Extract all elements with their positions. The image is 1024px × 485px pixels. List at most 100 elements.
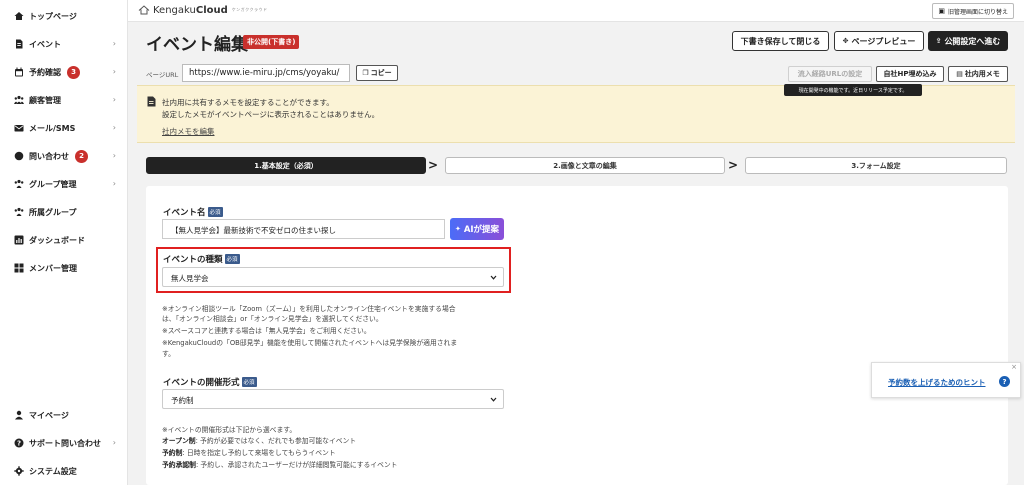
page-preview-button[interactable]: ✥ ページプレビュー — [834, 31, 924, 51]
switch-icon: ▣ — [938, 7, 945, 15]
event-name-label-text: イベント名 — [163, 208, 206, 218]
sidebar-item-label: メール/SMS — [29, 123, 76, 133]
inflow-url-settings-button[interactable]: 流入経路URLの設定 — [788, 66, 872, 82]
sidebar-item-label: サポート問い合わせ — [29, 438, 101, 448]
sidebar-item-group-manage[interactable]: グループ管理 › — [0, 173, 128, 195]
sidebar-item-label: 問い合わせ — [29, 151, 69, 161]
option-name: オープン制 — [162, 437, 196, 445]
save-draft-close-button[interactable]: 下書き保存して閉じる — [732, 31, 829, 51]
chevron-right-icon: › — [112, 179, 116, 188]
ai-suggest-label: AIが提案 — [463, 225, 500, 235]
close-icon[interactable]: × — [1011, 363, 1017, 371]
sidebar-item-settings[interactable]: システム設定 — [0, 460, 128, 482]
required-tag: 必須 — [207, 207, 223, 217]
count-badge: 3 — [67, 65, 80, 79]
old-admin-switch-button[interactable]: ▣ 旧管理画面に切り替え — [932, 3, 1014, 19]
event-format-selected: 予約制 — [171, 396, 194, 405]
option-desc: : 予約し、承認されたユーザーだけが詳細閲覧可能にするイベント — [195, 461, 398, 469]
event-type-note-3: ※スペースコアと連携する場合は「無人見学会」をご利用ください。 — [162, 327, 371, 335]
copy-url-button[interactable]: ❐ コピー — [356, 65, 398, 81]
event-type-select[interactable]: 無人見学会 — [162, 267, 504, 287]
chevron-right-icon: › — [112, 438, 116, 447]
document-icon — [14, 39, 24, 49]
sidebar-item-belong-group[interactable]: 所属グループ — [0, 201, 128, 223]
save-draft-close-label: 下書き保存して閉じる — [740, 36, 821, 46]
sidebar-item-event[interactable]: イベント › — [0, 33, 128, 55]
sidebar-item-label: イベント — [29, 39, 61, 49]
org-icon — [14, 207, 24, 217]
page-preview-label: ページプレビュー — [851, 36, 916, 46]
sidebar-item-reservation[interactable]: 予約確認 3 › — [0, 61, 128, 83]
top-bar: KengakuCloud ケンガククラウド ▣ 旧管理画面に切り替え — [128, 0, 1024, 22]
required-tag: 必須 — [224, 254, 240, 264]
sidebar: トップページ イベント › 予約確認 3 › 顧客管理 › メール/SMS › … — [0, 0, 128, 485]
sidebar-item-inquiry[interactable]: 問い合わせ 2 › — [0, 145, 128, 167]
edit-memo-link[interactable]: 社内メモを編集 — [162, 126, 215, 137]
sidebar-item-label: グループ管理 — [29, 179, 77, 189]
page-url-input[interactable]: https://www.ie-miru.jp/cms/yoyaku/ — [182, 64, 350, 82]
sidebar-item-label: メンバー管理 — [29, 263, 77, 273]
step-basic-settings[interactable]: 1.基本設定（必須） — [146, 157, 426, 174]
memo-description-2: 設定したメモがイベントページに表示されることはありません。 — [162, 110, 380, 119]
step-image-text[interactable]: 2.画像と文章の編集 — [445, 157, 725, 174]
help-icon: ? — [14, 438, 24, 448]
logo-prefix: Kengaku — [153, 4, 196, 16]
event-type-note-5: す。 — [162, 350, 175, 358]
logo: KengakuCloud ケンガククラウド — [138, 4, 268, 16]
sidebar-item-dashboard[interactable]: ダッシュボード — [0, 229, 128, 251]
group-icon — [14, 179, 24, 189]
event-format-label-text: イベントの開催形式 — [163, 378, 240, 388]
event-format-note-intro: ※イベントの開催形式は下記から選べます。 — [162, 426, 297, 434]
count-badge: 2 — [75, 149, 88, 163]
event-format-option-approval: 予約承認制: 予約し、承認されたユーザーだけが詳細閲覧可能にするイベント — [162, 460, 397, 470]
dev-tooltip: 現在開発中の機能です。近日リリース予定です。 — [784, 84, 922, 96]
logo-bold: Cloud — [195, 4, 228, 16]
event-format-option-reserve: 予約制: 日時を指定し予約して来場をしてもらうイベント — [162, 448, 336, 458]
chat-icon — [14, 151, 24, 161]
memo-description-1: 社内用に共有するメモを設定することができます。 — [162, 98, 334, 107]
logo-house-icon — [138, 5, 150, 15]
hp-embed-button[interactable]: 自社HP埋め込み — [876, 66, 944, 82]
upload-icon: ⇪ — [935, 37, 942, 45]
sidebar-item-top[interactable]: トップページ — [0, 5, 128, 27]
option-desc: : 日時を指定し予約して来場をしてもらうイベント — [182, 449, 336, 457]
sidebar-item-mypage[interactable]: マイページ — [0, 404, 128, 426]
step-arrow-icon: > — [428, 158, 439, 172]
internal-memo-label: 社内用メモ — [964, 70, 1000, 78]
required-tag: 必須 — [241, 377, 257, 387]
sparkle-icon: ✦ — [454, 225, 461, 233]
chevron-down-icon — [490, 397, 497, 402]
publish-settings-button[interactable]: ⇪ 公開設定へ進む — [928, 31, 1008, 51]
old-admin-label: 旧管理画面に切り替え — [947, 8, 1008, 16]
memo-small-icon: ▤ — [956, 70, 963, 78]
sidebar-item-label: ダッシュボード — [29, 235, 85, 245]
home-icon — [14, 11, 24, 21]
chevron-right-icon: › — [112, 39, 116, 48]
event-name-input[interactable]: 【無人見学会】最新技術で不安ゼロの住まい探し — [162, 219, 445, 239]
help-circle-icon[interactable]: ? — [999, 376, 1010, 387]
sidebar-item-label: システム設定 — [29, 466, 77, 476]
inflow-url-label: 流入経路URLの設定 — [797, 70, 863, 78]
internal-memo-button[interactable]: ▤ 社内用メモ — [948, 66, 1008, 82]
calendar-icon — [14, 67, 24, 77]
step-form-settings[interactable]: 3.フォーム設定 — [745, 157, 1007, 174]
sidebar-item-customers[interactable]: 顧客管理 › — [0, 89, 128, 111]
event-type-label: イベントの種類 必須 — [163, 253, 240, 265]
sidebar-item-mail[interactable]: メール/SMS › — [0, 117, 128, 139]
sidebar-item-support[interactable]: ? サポート問い合わせ › — [0, 432, 128, 454]
user-icon — [14, 410, 24, 420]
status-badge: 非公開(下書き) — [243, 35, 300, 49]
sidebar-item-members[interactable]: メンバー管理 — [0, 257, 128, 279]
reservation-hint-link[interactable]: 予約数を上げるためのヒント — [888, 377, 986, 388]
people-icon — [14, 95, 24, 105]
event-format-select[interactable]: 予約制 — [162, 389, 504, 409]
chevron-right-icon: › — [112, 95, 116, 104]
copy-label: コピー — [370, 69, 392, 77]
ai-suggest-button[interactable]: ✦ AIが提案 — [450, 218, 504, 240]
event-format-label: イベントの開催形式 必須 — [163, 376, 257, 388]
sidebar-item-label: マイページ — [29, 410, 69, 420]
option-name: 予約制 — [162, 449, 183, 457]
reservation-hint-widget: × 予約数を上げるためのヒント ? — [871, 362, 1021, 398]
mail-icon — [14, 123, 24, 133]
sidebar-item-label: 予約確認 — [29, 67, 61, 77]
